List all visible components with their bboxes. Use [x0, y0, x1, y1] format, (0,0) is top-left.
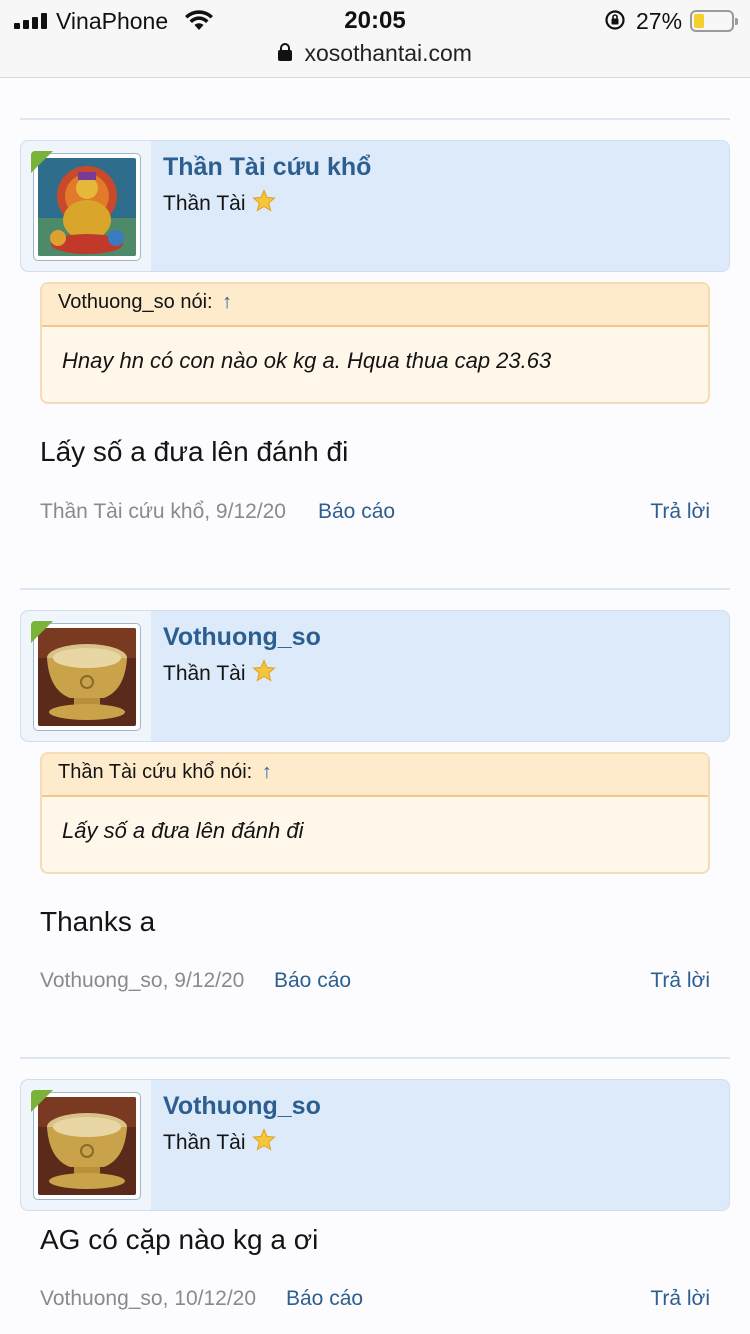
avatar-container — [21, 1080, 151, 1210]
post-meta[interactable]: Vothuong_so, 9/12/20 — [40, 969, 244, 993]
quote-header: Thần Tài cứu khổ nói: ↑ — [42, 754, 708, 797]
battery-percentage: 27% — [636, 8, 683, 34]
user-title-text: Thần Tài — [163, 1131, 246, 1154]
reply-link[interactable]: Trả lời — [650, 500, 710, 524]
jump-to-quote-arrow-icon[interactable]: ↑ — [262, 761, 272, 783]
user-title-text: Thần Tài — [163, 192, 246, 215]
user-title-text: Thần Tài — [163, 662, 246, 685]
reply-link[interactable]: Trả lời — [650, 1287, 710, 1311]
online-badge — [31, 151, 53, 173]
post-user-box: Vothuong_so Thần Tài — [20, 1079, 730, 1211]
user-title: Thần Tài — [163, 659, 276, 686]
battery-level — [694, 14, 704, 28]
quote-header: Vothuong_so nói: ↑ — [42, 284, 708, 327]
reply-link[interactable]: Trả lời — [650, 969, 710, 993]
post-user-box: Thần Tài cứu khổ Thần Tài — [20, 140, 730, 272]
quote-author: Thần Tài cứu khổ nói: — [58, 761, 253, 783]
avatar-container — [21, 141, 151, 271]
online-badge — [31, 621, 53, 643]
report-link[interactable]: Báo cáo — [274, 969, 351, 993]
report-link[interactable]: Báo cáo — [286, 1287, 363, 1311]
user-title: Thần Tài — [163, 189, 276, 216]
star-icon — [251, 189, 276, 212]
address-bar[interactable]: xosothantai.com — [0, 40, 750, 70]
avatar-container — [21, 611, 151, 741]
post-username[interactable]: Vothuong_so — [163, 1092, 321, 1121]
star-icon — [251, 659, 276, 682]
post-divider — [20, 588, 730, 590]
post-divider — [20, 1057, 730, 1059]
post-user-box: Vothuong_so Thần Tài — [20, 610, 730, 742]
rotation-lock-icon — [605, 10, 625, 30]
browser-top-bar: VinaPhone 20:05 27% xosothantai.com — [0, 0, 750, 78]
status-bar: VinaPhone 20:05 27% — [0, 0, 750, 42]
jump-to-quote-arrow-icon[interactable]: ↑ — [222, 291, 232, 313]
user-title: Thần Tài — [163, 1128, 276, 1155]
post-message: Lấy số a đưa lên đánh đi — [40, 436, 349, 467]
post-meta[interactable]: Vothuong_so, 10/12/20 — [40, 1287, 256, 1311]
star-icon — [251, 1128, 276, 1151]
quote-block: Vothuong_so nói: ↑ Hnay hn có con nào ok… — [40, 282, 710, 404]
post-username[interactable]: Vothuong_so — [163, 623, 321, 652]
url-text: xosothantai.com — [304, 40, 472, 66]
post-divider — [20, 118, 730, 120]
online-badge — [31, 1090, 53, 1112]
report-link[interactable]: Báo cáo — [318, 500, 395, 524]
padlock-icon — [278, 42, 293, 61]
quote-text: Lấy số a đưa lên đánh đi — [62, 818, 304, 843]
post-username[interactable]: Thần Tài cứu khổ — [163, 153, 371, 182]
quote-block: Thần Tài cứu khổ nói: ↑ Lấy số a đưa lên… — [40, 752, 710, 874]
post-message: AG có cặp nào kg a ơi — [40, 1224, 319, 1255]
quote-text: Hnay hn có con nào ok kg a. Hqua thua ca… — [62, 348, 552, 373]
battery-icon — [690, 10, 738, 32]
quote-author: Vothuong_so nói: — [58, 291, 213, 313]
post-message: Thanks a — [40, 906, 156, 937]
post-meta[interactable]: Thần Tài cứu khổ, 9/12/20 — [40, 500, 286, 524]
